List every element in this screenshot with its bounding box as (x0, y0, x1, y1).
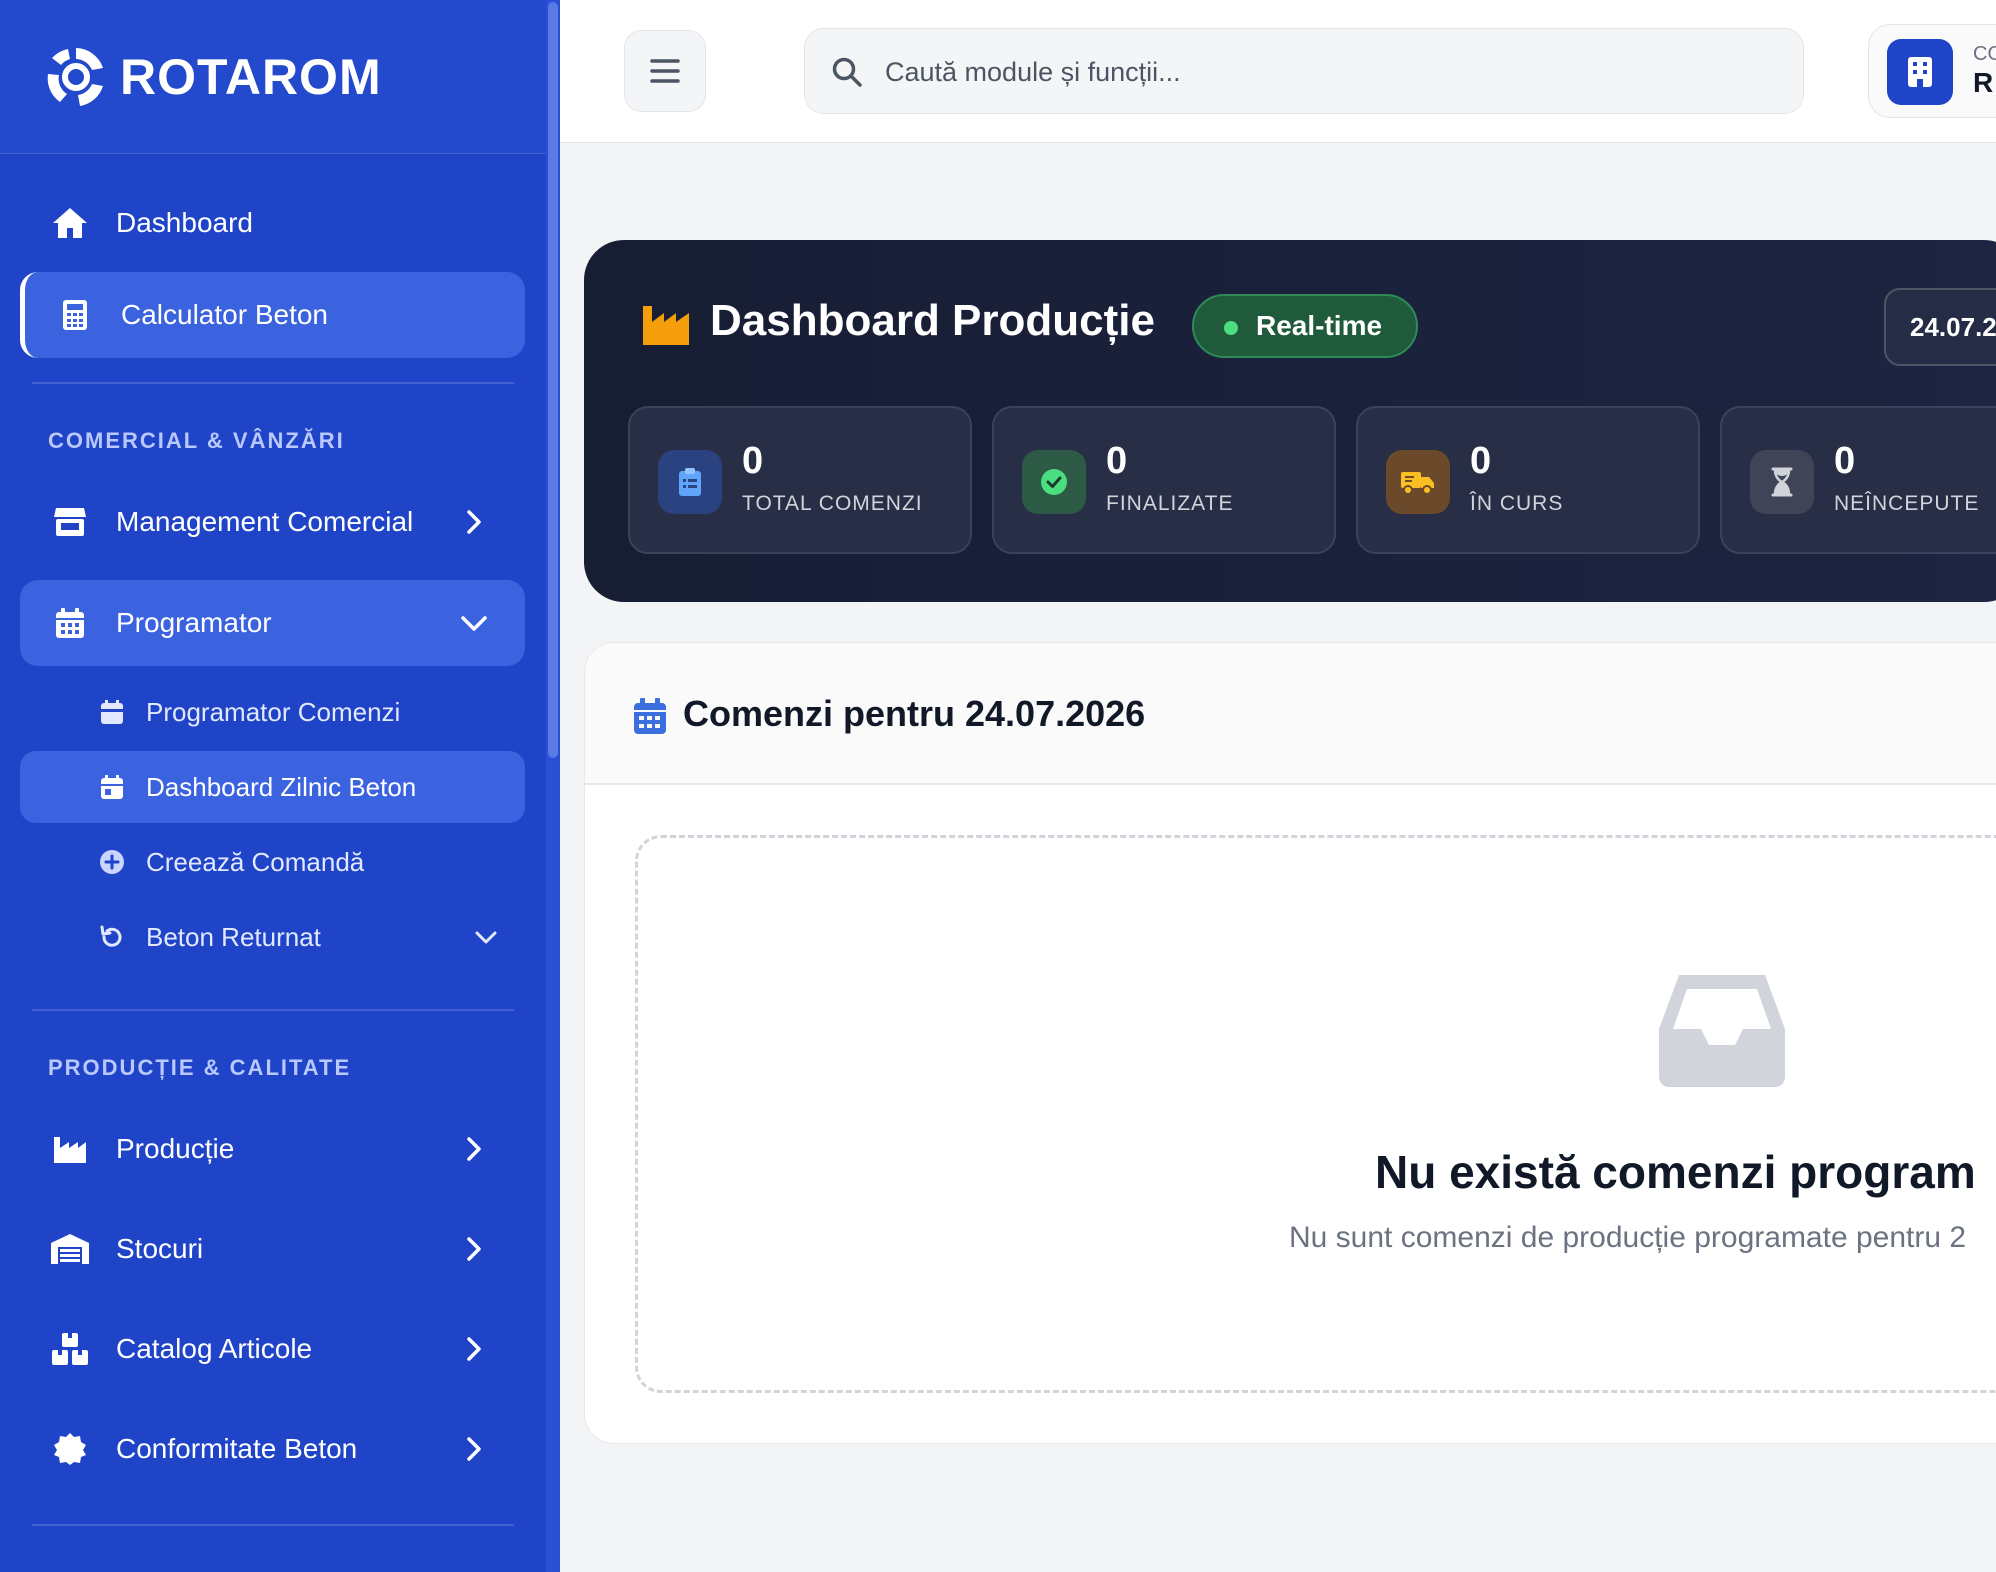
stat-label: TOTAL COMENZI (742, 492, 923, 515)
rotarom-logo-icon (47, 47, 103, 106)
calendar-day-icon (96, 771, 128, 803)
sidebar-item-label: Catalog Articole (116, 1333, 313, 1364)
empty-state (635, 835, 1996, 1393)
sidebar-subitem-label: Creează Comandă (146, 846, 365, 877)
sidebar-item-label: Programator (116, 607, 272, 638)
chevron-right-icon (467, 510, 481, 534)
calendar-icon (50, 603, 90, 643)
sidebar-item-dashboard[interactable]: Dashboard (20, 180, 525, 266)
logo[interactable]: ROTAROM (0, 0, 560, 154)
sidebar-item-productie[interactable]: Producție (20, 1106, 525, 1192)
orders-title: Comenzi pentru 24.07.2026 (683, 693, 1146, 734)
undo-icon (96, 921, 128, 953)
section-title-productie: PRODUCȚIE & CALITATE (48, 1055, 352, 1080)
top-header: CO R (560, 0, 1996, 143)
sidebar-subitem-dashboard-zilnic-beton[interactable]: Dashboard Zilnic Beton (20, 751, 525, 823)
divider (32, 1009, 514, 1011)
realtime-label: Real-time (1256, 310, 1383, 341)
calculator-icon (55, 295, 95, 335)
chevron-right-icon (467, 1437, 481, 1461)
search-input[interactable] (885, 49, 1765, 95)
stat-card-in-curs: 0 ÎN CURS (1356, 406, 1700, 554)
sidebar-item-stocuri[interactable]: Stocuri (20, 1206, 525, 1292)
stat-label: NEÎNCEPUTE (1834, 492, 1980, 515)
stat-value: 0 (1106, 440, 1128, 482)
factory-icon (643, 306, 689, 345)
divider (32, 1524, 514, 1526)
sidebar-subitem-programator-comenzi[interactable]: Programator Comenzi (20, 676, 525, 748)
stat-card-total-comenzi: 0 TOTAL COMENZI (628, 406, 972, 554)
orders-card-header: Comenzi pentru 24.07.2026 (585, 643, 1996, 785)
sidebar-item-label: Stocuri (116, 1233, 204, 1264)
production-dashboard-hero: Dashboard Producție Real-time 24.07.2 0 … (584, 240, 1996, 602)
calendar-icon (634, 698, 666, 734)
sidebar-item-label: Management Comercial (116, 506, 414, 537)
clipboard-icon (658, 450, 722, 514)
hourglass-icon (1750, 450, 1814, 514)
search-bar[interactable] (804, 28, 1804, 114)
sidebar-subitem-beton-returnat[interactable]: Beton Returnat (20, 901, 525, 973)
stat-value: 0 (742, 440, 764, 482)
hamburger-icon (650, 59, 680, 83)
live-dot-icon (1224, 321, 1238, 335)
brand-name: ROTAROM (120, 48, 382, 105)
truck-icon (1386, 450, 1450, 514)
company-selector[interactable]: CO R (1868, 24, 1996, 118)
divider (32, 382, 514, 384)
sidebar-item-catalog-articole[interactable]: Catalog Articole (20, 1306, 525, 1392)
sidebar-subitem-label: Dashboard Zilnic Beton (146, 771, 417, 802)
section-title-comercial: COMERCIAL & VÂNZĂRI (48, 428, 345, 453)
sidebar-subitem-label: Beton Returnat (146, 921, 321, 952)
search-icon (832, 57, 862, 87)
company-name: R (1973, 67, 1994, 98)
plus-circle-icon (96, 846, 128, 878)
stat-value: 0 (1470, 440, 1492, 482)
sidebar-subitem-creeaza-comanda[interactable]: Creează Comandă (20, 826, 525, 898)
stat-label: FINALIZATE (1106, 492, 1234, 515)
orders-card: Comenzi pentru 24.07.2026 Nu există come… (584, 642, 1996, 1444)
home-icon (50, 203, 90, 243)
sidebar: ROTAROM Dashboard Calculator Beton COMER… (0, 0, 560, 1572)
stat-card-neincepute: 0 NEÎNCEPUTE (1720, 406, 1996, 554)
realtime-badge: Real-time (1192, 294, 1418, 358)
menu-toggle-button[interactable] (624, 30, 706, 112)
building-icon (1887, 39, 1953, 105)
certificate-icon (50, 1429, 90, 1469)
sidebar-item-label: Calculator Beton (121, 299, 329, 330)
date-label: 24.07.2 (1910, 312, 1996, 342)
sidebar-subitem-label: Programator Comenzi (146, 696, 401, 727)
store-icon (50, 502, 90, 542)
sidebar-item-label: Conformitate Beton (116, 1433, 358, 1464)
check-circle-icon (1022, 450, 1086, 514)
chevron-right-icon (467, 1337, 481, 1361)
sidebar-item-calculator-beton[interactable]: Calculator Beton (20, 272, 525, 358)
company-label: CO (1973, 43, 1996, 65)
sidebar-item-management-comercial[interactable]: Management Comercial (20, 479, 525, 565)
inbox-icon (1659, 975, 1785, 1087)
empty-state-subtitle: Nu sunt comenzi de producție programate … (1289, 1221, 1967, 1254)
boxes-icon (50, 1329, 90, 1369)
sidebar-item-label: Producție (116, 1133, 235, 1164)
page-title: Dashboard Producție (710, 296, 1155, 345)
stat-card-finalizate: 0 FINALIZATE (992, 406, 1336, 554)
stat-label: ÎN CURS (1470, 492, 1564, 515)
empty-state-title: Nu există comenzi program (1375, 1146, 1976, 1198)
stat-value: 0 (1834, 440, 1856, 482)
sidebar-scroll-thumb[interactable] (548, 2, 558, 758)
factory-icon (50, 1129, 90, 1169)
date-picker-button[interactable]: 24.07.2 (1884, 288, 1996, 366)
chevron-right-icon (467, 1237, 481, 1261)
chevron-down-icon[interactable] (473, 924, 499, 950)
warehouse-icon (50, 1229, 90, 1269)
chevron-right-icon (467, 1137, 481, 1161)
chevron-down-icon (461, 616, 487, 631)
sidebar-item-conformitate-beton[interactable]: Conformitate Beton (20, 1406, 525, 1492)
calendar-icon (96, 696, 128, 728)
sidebar-item-programator[interactable]: Programator (20, 580, 525, 666)
sidebar-item-label: Dashboard (116, 207, 253, 238)
sidebar-scrollbar[interactable] (546, 0, 560, 1572)
